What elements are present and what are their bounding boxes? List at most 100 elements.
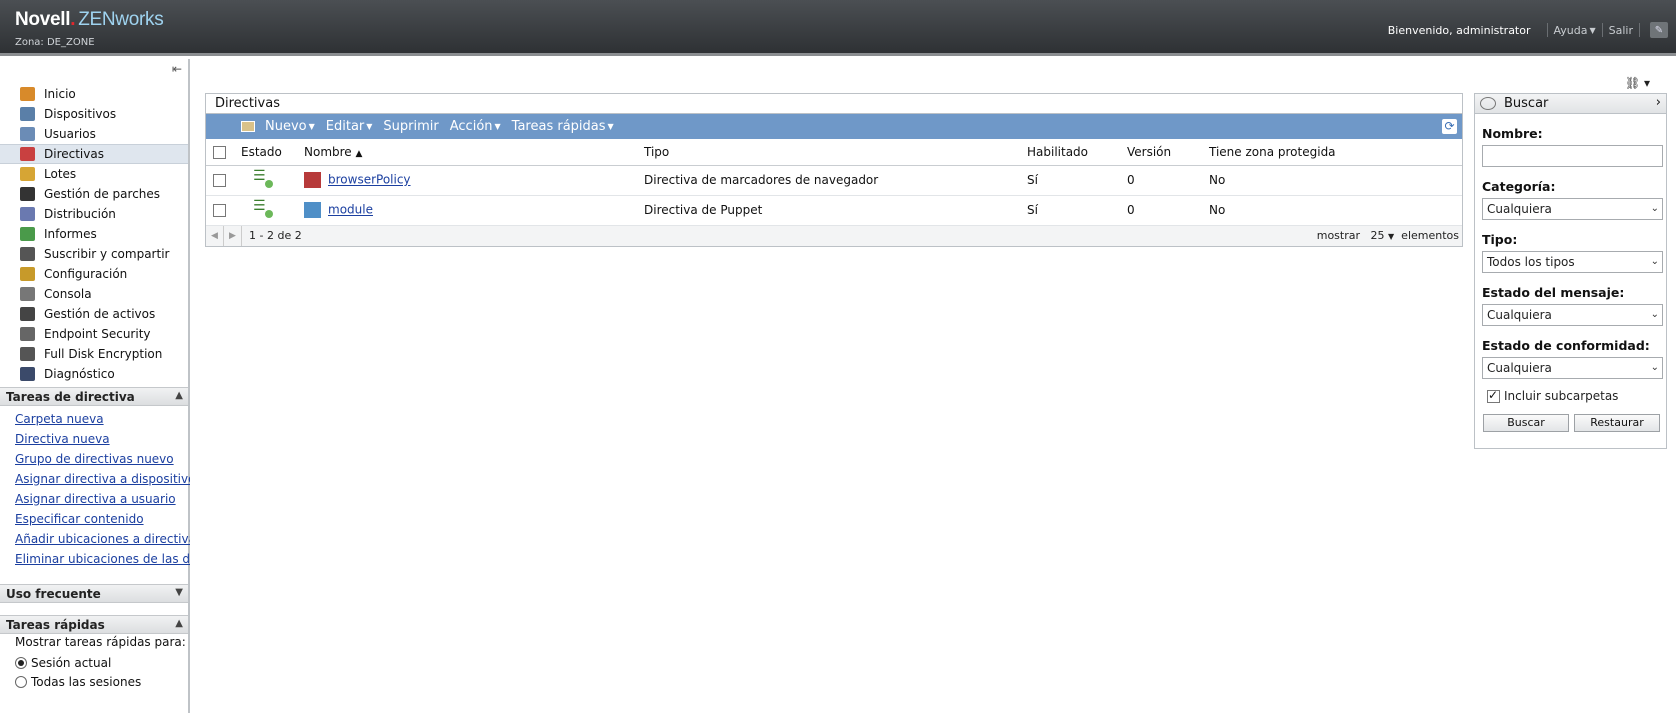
nav-item-12[interactable]: Gestión de activos: [0, 304, 188, 324]
nav-item-2[interactable]: Dispositivos: [0, 104, 188, 124]
column-enabled[interactable]: Habilitado: [1027, 139, 1127, 166]
nav-item-1[interactable]: Inicio: [0, 84, 188, 104]
page-range: 1 - 2 de 2: [249, 229, 302, 242]
row-checkbox[interactable]: [213, 174, 226, 187]
quick-tasks-header[interactable]: Tareas rápidas ▲: [0, 615, 188, 634]
include-subfolders-checkbox[interactable]: Incluir subcarpetas: [1487, 388, 1666, 403]
reset-button[interactable]: Restaurar: [1574, 414, 1660, 432]
table-row[interactable]: browserPolicy Directiva de marcadores de …: [206, 165, 1462, 196]
action-toolbar: Nuevo ▼ Editar ▼ Suprimir Acción ▼ Tareas r…: [206, 114, 1462, 139]
nav-item-6[interactable]: Gestión de parches: [0, 184, 188, 204]
policy-task-link[interactable]: Especificar contenido: [15, 509, 190, 529]
column-status[interactable]: Estado: [241, 139, 304, 166]
nav-item-8[interactable]: Informes: [0, 224, 188, 244]
policy-task-link[interactable]: Asignar directiva a usuario: [15, 489, 190, 509]
policy-task-link[interactable]: Asignar directiva a dispositivo: [15, 469, 190, 489]
policy-name-link[interactable]: module: [328, 203, 373, 217]
name-input[interactable]: [1482, 145, 1663, 167]
nav-item-14[interactable]: Full Disk Encryption: [0, 344, 188, 364]
policy-type: Directiva de Puppet: [644, 195, 1027, 226]
distribution-icon: [20, 207, 35, 221]
page-size-select[interactable]: 25 ▼: [1371, 229, 1395, 242]
policy-type-icon: [304, 202, 321, 218]
left-nav: ⇤ Inicio Dispositivos Usuarios Directivas Lo…: [0, 59, 190, 713]
category-select[interactable]: Cualquiera ⌄: [1482, 198, 1663, 220]
policy-tasks-list: Carpeta nueva Directiva nueva Grupo de dir…: [15, 409, 190, 569]
diagnostics-icon: [20, 367, 35, 381]
nav-item-7[interactable]: Distribución: [0, 204, 188, 224]
quick-tasks-menu[interactable]: Tareas rápidas ▼: [512, 119, 614, 134]
nav-list: Inicio Dispositivos Usuarios Directivas Lote…: [0, 84, 188, 384]
help-menu[interactable]: Ayuda: [1554, 24, 1588, 37]
policies-table: Estado Nombre ▲ Tipo Habilitado Versión …: [206, 139, 1462, 226]
policy-version: 0: [1127, 195, 1209, 226]
frequent-use-header[interactable]: Uso frecuente ▼: [0, 584, 188, 603]
column-sandbox[interactable]: Tiene zona protegida: [1209, 139, 1462, 166]
edit-menu[interactable]: Editar ▼: [326, 119, 373, 134]
refresh-icon[interactable]: ⟳: [1442, 119, 1457, 134]
message-state-select[interactable]: Cualquiera ⌄: [1482, 304, 1663, 326]
nav-item-4[interactable]: Directivas: [0, 144, 188, 164]
policy-task-link[interactable]: Añadir ubicaciones a directivas: [15, 529, 190, 549]
policy-task-link[interactable]: Carpeta nueva: [15, 409, 190, 429]
search-button[interactable]: Buscar: [1483, 414, 1569, 432]
endpoint-security-icon: [20, 327, 35, 341]
folder-icon[interactable]: [241, 121, 255, 132]
tools-icon[interactable]: ✎: [1650, 22, 1668, 38]
column-version[interactable]: Versión: [1127, 139, 1209, 166]
checkbox-checked-icon: [1487, 388, 1500, 403]
nav-item-11[interactable]: Consola: [0, 284, 188, 304]
policy-type: Directiva de marcadores de navegador: [644, 165, 1027, 196]
nav-item-5[interactable]: Lotes: [0, 164, 188, 184]
policy-sandbox: No: [1209, 195, 1462, 226]
policies-icon: [20, 147, 35, 161]
compliance-state-select[interactable]: Cualquiera ⌄: [1482, 357, 1663, 379]
column-type[interactable]: Tipo: [644, 139, 1027, 166]
nav-item-13[interactable]: Endpoint Security: [0, 324, 188, 344]
nav-item-10[interactable]: Configuración: [0, 264, 188, 284]
welcome-text: Bienvenido, administrator: [1387, 23, 1531, 37]
disk-encryption-icon: [20, 347, 35, 361]
radio-selected-icon: [15, 656, 27, 669]
nav-item-15[interactable]: Diagnóstico: [0, 364, 188, 384]
policy-name-link[interactable]: browserPolicy: [328, 173, 411, 187]
policy-enabled: Sí: [1027, 195, 1127, 226]
search-header: Buscar ›: [1475, 94, 1666, 114]
chevron-down-icon: ▼: [175, 587, 183, 598]
status-icon: [253, 198, 273, 218]
policy-sandbox: No: [1209, 165, 1462, 196]
nav-item-3[interactable]: Usuarios: [0, 124, 188, 144]
prev-page-icon[interactable]: ◀: [206, 225, 224, 246]
link-icon[interactable]: ⛓ ▾: [1625, 76, 1650, 90]
devices-icon: [20, 107, 35, 121]
compliance-state-label: Estado de conformidad:: [1482, 338, 1650, 353]
collapse-nav-icon[interactable]: ⇤: [172, 62, 182, 76]
row-checkbox[interactable]: [213, 204, 226, 217]
delete-button[interactable]: Suprimir: [383, 119, 438, 134]
subscribe-icon: [20, 247, 35, 261]
chevron-right-icon[interactable]: ›: [1656, 95, 1661, 110]
policy-task-link[interactable]: Directiva nueva: [15, 429, 190, 449]
home-icon: [20, 87, 35, 101]
select-all-checkbox[interactable]: [213, 145, 226, 159]
action-menu[interactable]: Acción ▼: [450, 119, 501, 134]
logout-link[interactable]: Salir: [1609, 24, 1633, 37]
all-sessions-radio[interactable]: Todas las sesiones: [15, 672, 186, 691]
nav-item-9[interactable]: Suscribir y compartir: [0, 244, 188, 264]
policy-version: 0: [1127, 165, 1209, 196]
panel-title: Directivas: [206, 94, 1462, 114]
policy-tasks-header[interactable]: Tareas de directiva ▲: [0, 387, 188, 406]
current-session-radio[interactable]: Sesión actual: [15, 653, 186, 672]
new-menu[interactable]: Nuevo ▼: [265, 119, 315, 134]
bundles-icon: [20, 167, 35, 181]
next-page-icon[interactable]: ▶: [224, 225, 242, 246]
search-panel: Buscar › Nombre: Categoría: Cualquiera ⌄ …: [1474, 93, 1667, 449]
chevron-down-icon: ⌄: [1650, 362, 1659, 373]
type-select[interactable]: Todos los tipos ⌄: [1482, 251, 1663, 273]
quick-tasks-label: Mostrar tareas rápidas para:: [15, 635, 186, 649]
brand-logo: Novell. ZENworks: [15, 9, 164, 30]
column-name[interactable]: Nombre ▲: [304, 139, 644, 166]
table-row[interactable]: module Directiva de PuppetSí0No: [206, 195, 1462, 226]
policy-task-link[interactable]: Grupo de directivas nuevo: [15, 449, 190, 469]
policy-task-link[interactable]: Eliminar ubicaciones de las directivas: [15, 549, 190, 569]
